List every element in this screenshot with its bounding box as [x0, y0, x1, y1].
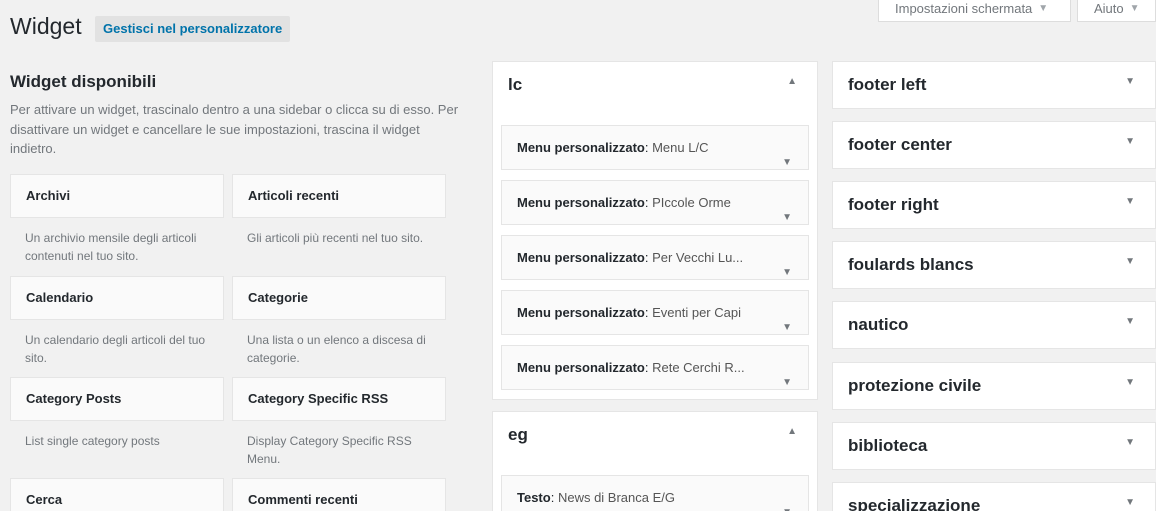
placed-widget[interactable]: Testo: News di Branca E/G ▼ [501, 475, 809, 511]
sidebar-title: footer right [848, 195, 939, 214]
screen-options-label: Impostazioni schermata [895, 1, 1033, 16]
widget-category-specific-rss[interactable]: Category Specific RSS [232, 377, 446, 421]
caret-down-icon[interactable]: ▼ [1125, 437, 1135, 448]
widget-type: Menu personalizzato [517, 250, 645, 265]
caret-down-icon[interactable]: ▼ [782, 491, 792, 511]
sidebar-title: footer center [848, 135, 952, 154]
sidebar-nautico[interactable]: nautico ▼ [832, 301, 1156, 349]
placed-widget[interactable]: Menu personalizzato: PIccole Orme ▼ [501, 180, 809, 225]
widget-search[interactable]: Cerca [10, 478, 224, 511]
manage-in-customizer-button[interactable]: Gestisci nel personalizzatore [95, 16, 291, 42]
sidebar-footer-left[interactable]: footer left ▼ [832, 61, 1156, 109]
widget-archives-description: Un archivio mensile degli articoli conte… [25, 231, 197, 263]
sidebar-biblioteca[interactable]: biblioteca ▼ [832, 422, 1156, 470]
widget-type: Menu personalizzato [517, 360, 645, 375]
widget-recent-comments[interactable]: Commenti recenti [232, 478, 446, 511]
placed-widget[interactable]: Menu personalizzato: Per Vecchi Lu... ▼ [501, 235, 809, 280]
sidebar-title: lc [508, 75, 523, 94]
widget-type: Testo [517, 490, 551, 505]
caret-down-icon[interactable]: ▼ [1125, 196, 1135, 207]
caret-down-icon[interactable]: ▼ [782, 196, 792, 239]
widget-title: Per Vecchi Lu... [652, 250, 744, 265]
page-title: Widget [10, 13, 82, 39]
widget-category-posts-description: List single category posts [25, 434, 160, 448]
help-label: Aiuto [1094, 1, 1124, 16]
sidebar-title: specializzazione [848, 496, 981, 511]
widget-category-posts[interactable]: Category Posts [10, 377, 224, 421]
help-button[interactable]: Aiuto ▼ [1077, 0, 1156, 22]
caret-up-icon[interactable]: ▲ [787, 76, 797, 87]
sidebar-footer-right[interactable]: footer right ▼ [832, 181, 1156, 229]
sidebar-eg: eg ▲ Testo: News di Branca E/G ▼ [492, 411, 818, 511]
widget-type: Menu personalizzato [517, 195, 645, 210]
caret-down-icon[interactable]: ▼ [1125, 76, 1135, 87]
caret-down-icon[interactable]: ▼ [1125, 377, 1135, 388]
widget-recent-posts-description: Gli articoli più recenti nel tuo sito. [247, 231, 424, 245]
widget-type: Menu personalizzato [517, 305, 645, 320]
caret-down-icon[interactable]: ▼ [1125, 497, 1135, 508]
caret-up-icon[interactable]: ▲ [787, 426, 797, 437]
widget-title: News di Branca E/G [557, 490, 675, 505]
caret-down-icon[interactable]: ▼ [1125, 316, 1135, 327]
widget-calendar-description: Un calendario degli articoli del tuo sit… [25, 333, 206, 365]
sidebar-title: protezione civile [848, 376, 982, 395]
widget-title: PIccole Orme [652, 195, 731, 210]
widget-categories[interactable]: Categorie [232, 276, 446, 320]
sidebar-title: foulards blancs [848, 255, 974, 274]
widget-title: Eventi per Capi [652, 305, 741, 320]
sidebar-protezione-civile[interactable]: protezione civile ▼ [832, 362, 1156, 410]
widget-calendar[interactable]: Calendario [10, 276, 224, 320]
caret-down-icon: ▼ [1129, 3, 1140, 14]
screen-options-button[interactable]: Impostazioni schermata ▼ [878, 0, 1071, 22]
widget-archives[interactable]: Archivi [10, 174, 224, 218]
caret-down-icon[interactable]: ▼ [782, 306, 792, 349]
widget-category-specific-rss-description: Display Category Specific RSS Menu. [247, 434, 412, 466]
caret-down-icon[interactable]: ▼ [782, 141, 792, 184]
widget-categories-description: Una lista o un elenco a discesa di categ… [247, 333, 426, 365]
caret-down-icon: ▼ [1038, 3, 1049, 14]
caret-down-icon[interactable]: ▼ [1125, 256, 1135, 267]
sidebar-specializzazione[interactable]: specializzazione ▼ [832, 482, 1156, 511]
sidebar-title: eg [508, 425, 528, 444]
caret-down-icon[interactable]: ▼ [782, 251, 792, 294]
caret-down-icon[interactable]: ▼ [1125, 136, 1135, 147]
sidebar-lc: lc ▲ Menu personalizzato: Menu L/C ▼ Men… [492, 61, 818, 400]
widget-recent-posts[interactable]: Articoli recenti [232, 174, 446, 218]
sidebar-footer-center[interactable]: footer center ▼ [832, 121, 1156, 169]
available-widgets-title: Widget disponibili [10, 72, 157, 91]
widget-title: Menu L/C [652, 140, 709, 155]
sidebar-title: nautico [848, 315, 909, 334]
sidebar-header[interactable]: lc ▲ [493, 62, 817, 108]
caret-down-icon[interactable]: ▼ [782, 361, 792, 404]
placed-widget[interactable]: Menu personalizzato: Eventi per Capi ▼ [501, 290, 809, 335]
widget-type: Menu personalizzato [517, 140, 645, 155]
sidebar-header[interactable]: eg ▲ [493, 412, 817, 458]
placed-widget[interactable]: Menu personalizzato: Rete Cerchi R... ▼ [501, 345, 809, 390]
available-widgets-description: Per attivare un widget, trascinalo dentr… [10, 102, 459, 156]
widget-title: Rete Cerchi R... [652, 360, 745, 375]
sidebar-title: footer left [848, 75, 927, 94]
sidebar-title: biblioteca [848, 436, 928, 455]
sidebar-foulards-blancs[interactable]: foulards blancs ▼ [832, 241, 1156, 289]
placed-widget[interactable]: Menu personalizzato: Menu L/C ▼ [501, 125, 809, 170]
